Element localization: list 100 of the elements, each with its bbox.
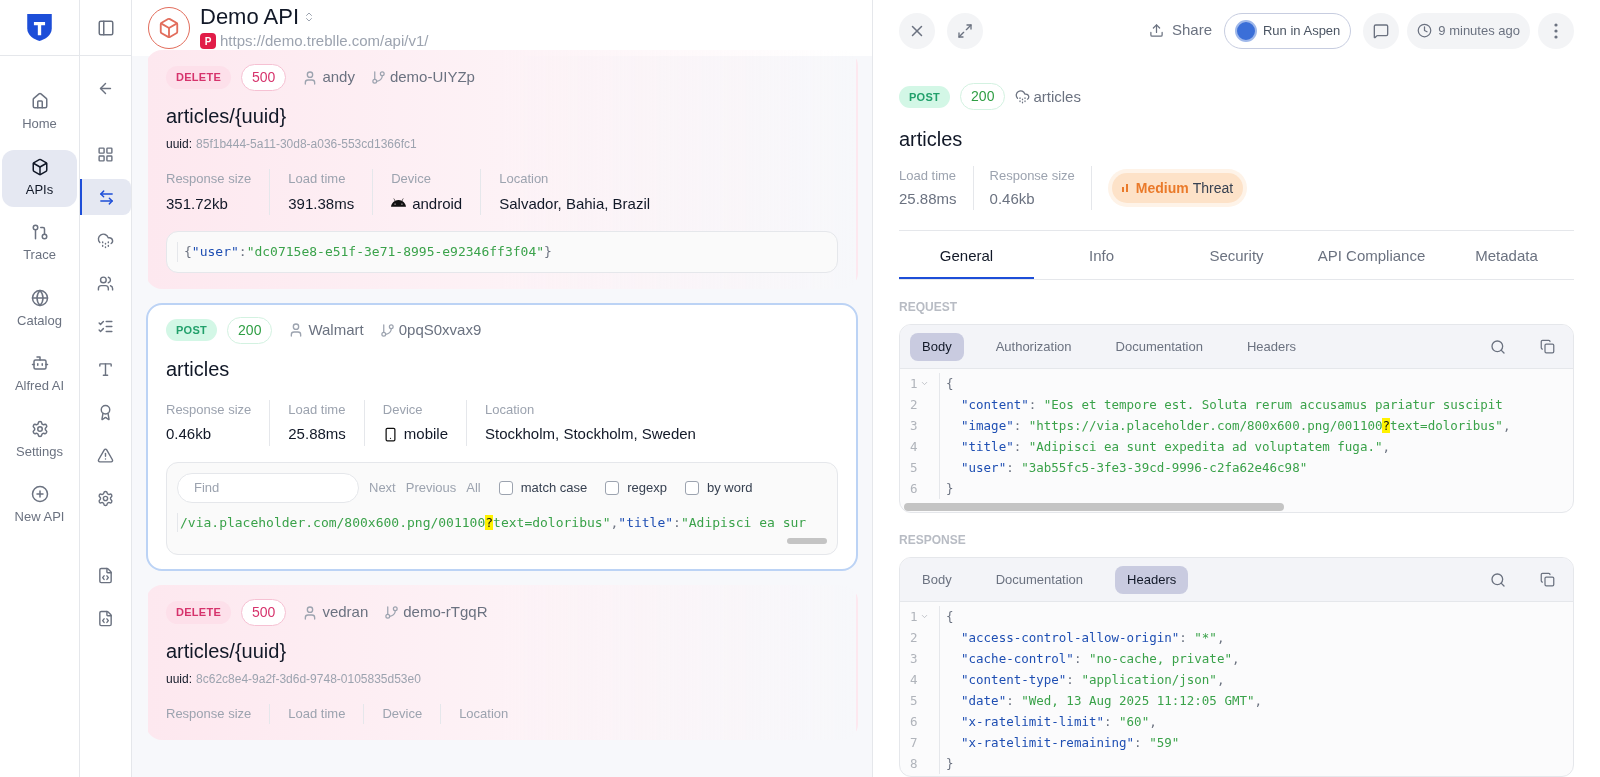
line-number: 5	[910, 692, 918, 711]
line-number: 5	[910, 459, 918, 478]
sidebar-toggle-icon[interactable]	[96, 18, 115, 37]
checkbox[interactable]	[498, 480, 513, 495]
code-tab[interactable]: Authorization	[983, 333, 1084, 361]
comment-icon	[1373, 22, 1390, 39]
close-button[interactable]	[899, 12, 935, 49]
code-line: {	[946, 608, 955, 627]
rail-item[interactable]	[80, 179, 131, 215]
code-tab[interactable]: Documentation	[983, 566, 1096, 594]
status-badge: 200	[960, 83, 1006, 111]
signal-bars-icon	[1121, 184, 1130, 193]
branch-icon	[384, 605, 400, 620]
stat-value: 351.72kb	[166, 193, 228, 214]
code-line: "date": "Wed, 13 Aug 2025 11:12:05 GMT",	[960, 692, 1263, 711]
nav-item[interactable]: Settings	[2, 411, 77, 469]
endpoint-title: articles/{uuid}	[166, 639, 288, 664]
code-line: "title": "Adipisci ea sunt expedita ad voluptatem fuga.",	[960, 438, 1391, 457]
user-name: Walmart	[308, 319, 364, 340]
status-badge: 500	[241, 64, 287, 91]
request-card[interactable]	[146, 302, 858, 571]
settings-icon	[30, 419, 49, 438]
branch-icon	[370, 70, 386, 85]
line-number: 6	[910, 480, 918, 499]
stat-value: 0.46kb	[989, 188, 1036, 209]
method-badge: DELETE	[166, 66, 232, 89]
stat-value: Salvador, Bahia, Brazil	[499, 193, 651, 214]
code-line: "x-ratelimit-remaining": "59"	[960, 734, 1181, 753]
method-badge: DELETE	[166, 601, 232, 624]
detail-tab[interactable]: Info	[1034, 235, 1169, 280]
api-url[interactable]: https://demo.treblle.com/api/v1/	[220, 29, 429, 53]
cube-icon	[158, 17, 180, 39]
copy-icon[interactable]	[1540, 339, 1555, 355]
line-number: 6	[910, 713, 918, 732]
expand-button[interactable]	[947, 12, 983, 49]
line-number: 7	[910, 734, 918, 753]
code-tab[interactable]: Headers	[1235, 333, 1309, 361]
code-tab[interactable]: Body	[910, 333, 964, 361]
nav-item[interactable]: Alfred AI	[2, 346, 77, 404]
phone-icon	[382, 426, 398, 442]
stat-label: Device	[382, 400, 424, 419]
stat-label: Device	[391, 170, 432, 188]
stat-value: 25.88ms	[899, 188, 957, 209]
stat-label: Load time	[288, 400, 346, 419]
api-title: Demo API	[200, 3, 300, 30]
stat-value: 0.46kb	[166, 424, 212, 444]
param-value: 8c62c8e4-9a2f-3d6d-9748-0105835d53e0	[196, 671, 421, 688]
code-tab[interactable]: Documentation	[1103, 333, 1215, 361]
nav-item[interactable]: Catalog	[2, 280, 77, 338]
home-icon	[30, 92, 49, 110]
detail-tab[interactable]: General	[899, 235, 1034, 280]
code-line: }	[946, 480, 955, 499]
branch-name: 0pqS0xvax9	[398, 319, 482, 340]
param-label: uuid:	[166, 671, 193, 688]
code-line: {	[946, 375, 955, 394]
shield-logo-icon[interactable]	[26, 13, 53, 42]
letter-icon	[97, 360, 114, 378]
line-number: 1	[910, 608, 918, 627]
branch-name: demo-rTgqR	[403, 602, 488, 623]
code-file-icon	[97, 609, 114, 627]
nav-item[interactable]: New API	[2, 477, 77, 535]
code-line: "content-type": "application/json",	[960, 671, 1226, 690]
stat-label: Response size	[166, 400, 252, 419]
code-tab[interactable]: Headers	[1115, 566, 1189, 594]
code-line: }	[946, 755, 955, 774]
checkbox[interactable]	[605, 480, 620, 495]
request-card[interactable]: DELETE 500 vedran demo-rTgqR articles/{uuid} uuid: 8c62c8e4-9a2f-3d6d-9748-0105835d53e0 Response size Load time Device Location	[146, 585, 858, 740]
time-button[interactable]: 9 minutes ago	[1407, 12, 1530, 49]
stat-label: Response size	[989, 167, 1075, 186]
endpoint-title: articles	[166, 356, 231, 382]
detail-tab[interactable]: Metadata	[1439, 235, 1574, 280]
line-number: 2	[910, 629, 918, 648]
nav-item[interactable]: APIs	[2, 149, 77, 207]
stat-label: Device	[382, 705, 423, 723]
copy-icon[interactable]	[1540, 572, 1555, 588]
scrollbar[interactable]	[787, 538, 827, 544]
section-heading: RESPONSE	[899, 532, 967, 550]
search-icon[interactable]	[1490, 571, 1506, 588]
search-icon[interactable]	[1490, 338, 1506, 355]
request-card[interactable]	[146, 50, 858, 289]
status-badge: 200	[227, 316, 273, 344]
share-button[interactable]: Share	[1148, 19, 1212, 42]
detail-tab[interactable]: Security	[1169, 235, 1304, 280]
users-icon	[97, 274, 114, 292]
scrollbar[interactable]	[904, 503, 1284, 512]
checkbox-label: match case	[520, 478, 588, 497]
detail-tab[interactable]: API Compliance	[1304, 235, 1439, 280]
code-tab[interactable]: Body	[910, 566, 964, 594]
param-label: uuid:	[166, 136, 193, 153]
more-button[interactable]	[1538, 12, 1574, 49]
stat-label: Load time	[288, 170, 347, 188]
nav-item[interactable]: Trace	[2, 215, 77, 273]
checkbox[interactable]	[685, 480, 699, 495]
request-title: articles	[899, 127, 964, 153]
expand-arrows-icon	[957, 22, 973, 39]
stat-label: Response size	[166, 170, 252, 188]
comment-button[interactable]	[1363, 12, 1400, 49]
line-number: 4	[910, 671, 918, 690]
nav-item[interactable]: Home	[2, 84, 77, 142]
find-field[interactable]: Find	[177, 472, 359, 503]
